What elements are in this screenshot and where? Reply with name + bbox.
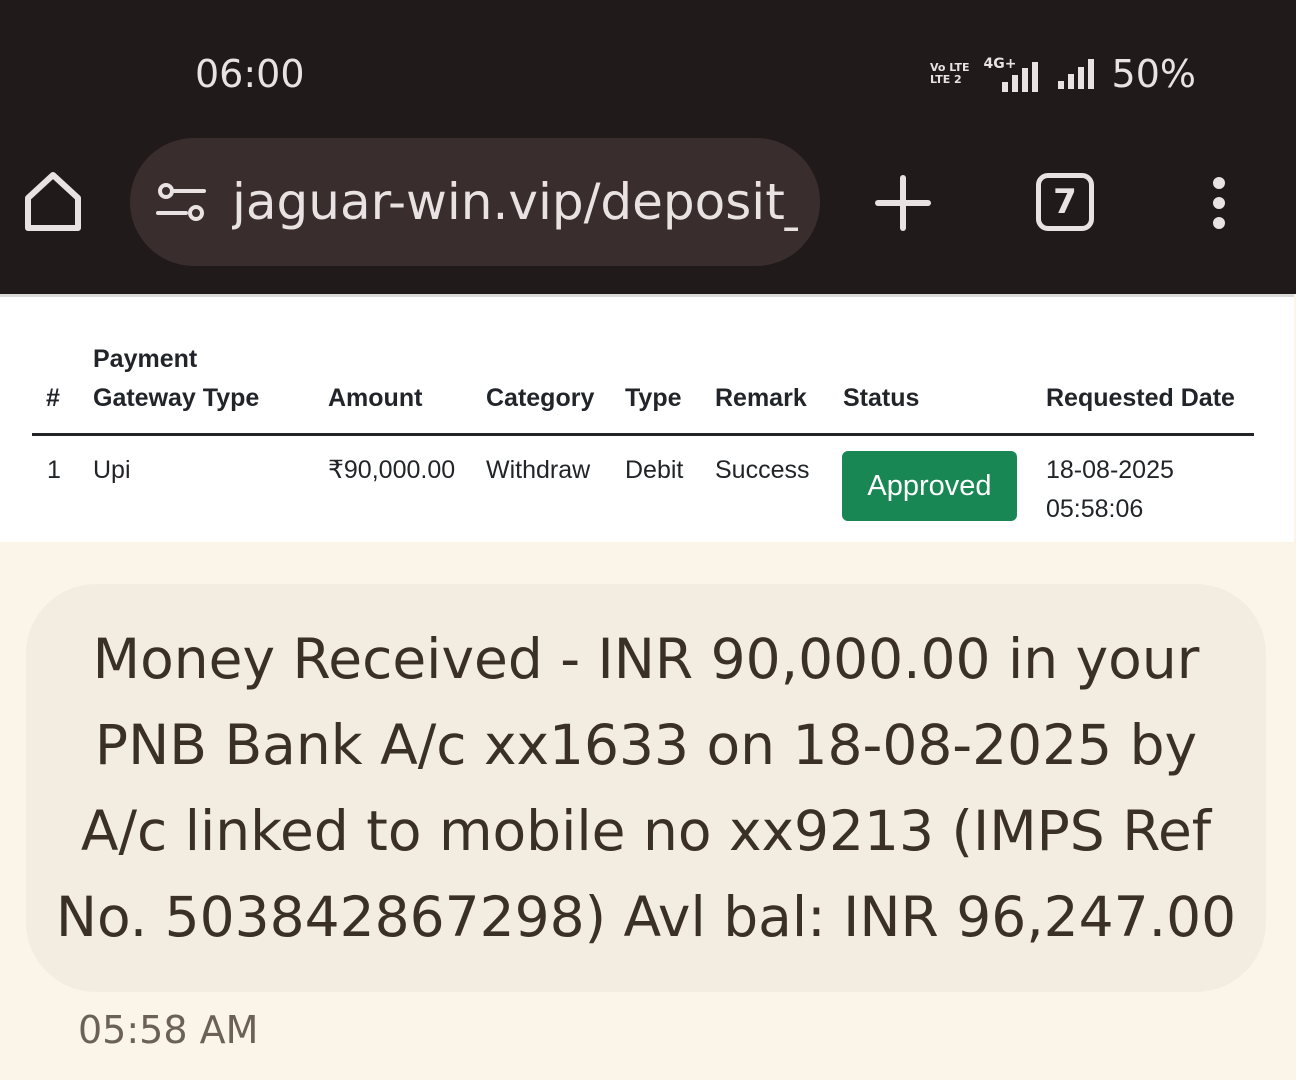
status-badge: Approved <box>842 451 1017 521</box>
transactions-table: # Payment Gateway Type Amount Category T… <box>0 294 1294 542</box>
row-amount: ₹90,000.00 <box>328 456 456 484</box>
volte-icon: Vo LTE LTE 2 <box>930 61 970 86</box>
sms-timestamp: 05:58 AM <box>78 1008 259 1052</box>
sms-line: A/c linked to mobile no xx9213 (IMPS Ref <box>80 799 1212 863</box>
sms-message: Money Received - INR 90,000.00 in your P… <box>26 616 1266 960</box>
header-gateway-line2: Gateway Type <box>93 384 260 412</box>
header-type: Type <box>625 384 682 412</box>
url-text[interactable]: jaguar-win.vip/deposit_w <box>232 170 798 234</box>
header-index: # <box>46 384 60 412</box>
header-remark: Remark <box>715 384 807 412</box>
signal-4g-icon: 4G+ <box>984 56 1044 92</box>
signal-icon <box>1057 59 1094 89</box>
header-amount: Amount <box>328 384 423 412</box>
row-time: 05:58:06 <box>1046 495 1144 523</box>
tab-switcher-icon[interactable]: 7 <box>1036 173 1094 231</box>
sms-line: PNB Bank A/c xx1633 on 18-08-2025 by <box>94 713 1198 777</box>
row-category: Withdraw <box>486 456 591 484</box>
row-type: Debit <box>625 456 684 484</box>
row-index: 1 <box>47 456 61 484</box>
status-icons: Vo LTE LTE 2 4G+ 50% <box>930 52 1196 96</box>
new-tab-icon[interactable] <box>870 170 936 236</box>
sms-line: Money Received - INR 90,000.00 in your <box>92 627 1200 691</box>
battery-level: 50% <box>1111 52 1196 96</box>
home-icon[interactable] <box>22 168 84 234</box>
row-gateway: Upi <box>93 456 131 484</box>
overflow-menu-icon[interactable] <box>1204 175 1234 235</box>
header-requested-date: Requested Date <box>1046 384 1235 412</box>
address-bar[interactable]: jaguar-win.vip/deposit_w <box>130 138 820 266</box>
row-date: 18-08-2025 <box>1046 456 1174 484</box>
site-settings-icon[interactable] <box>154 182 208 222</box>
sms-line: No. 503842867298) Avl bal: INR 96,247.00 <box>55 885 1237 949</box>
header-status: Status <box>843 384 920 412</box>
header-divider <box>32 433 1254 436</box>
header-gateway-line1: Payment <box>93 345 198 373</box>
header-category: Category <box>486 384 595 412</box>
browser-chrome: 06:00 Vo LTE LTE 2 4G+ 50% jaguar-win.vi… <box>0 0 1296 294</box>
status-time: 06:00 <box>195 52 305 96</box>
row-remark: Success <box>715 456 810 484</box>
